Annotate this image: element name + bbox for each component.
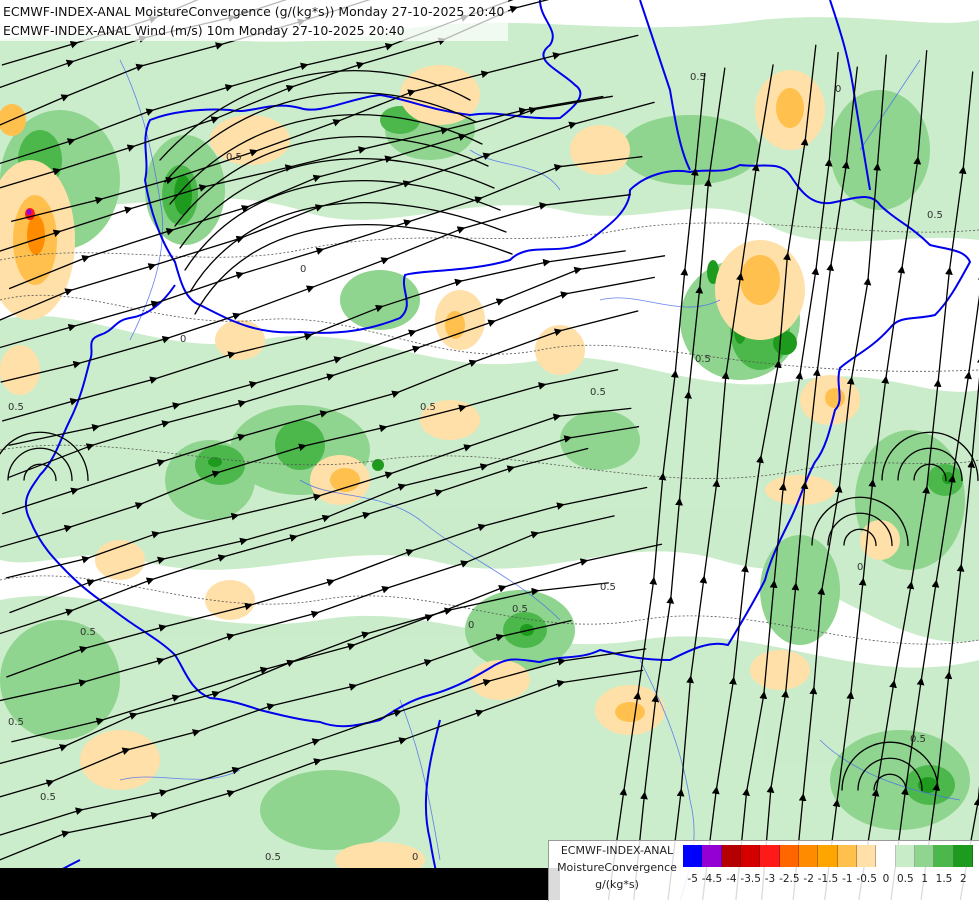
legend-swatch bbox=[895, 845, 915, 867]
legend-tick: 0.5 bbox=[896, 873, 914, 885]
contour-label: 0.5 bbox=[8, 717, 24, 728]
legend-tick: -3 bbox=[764, 873, 776, 885]
legend-swatch bbox=[740, 845, 761, 867]
contour-label: 0.5 bbox=[420, 402, 436, 413]
legend-tick: 0 bbox=[882, 873, 890, 885]
legend-swatch bbox=[934, 845, 954, 867]
contour-label: 0 bbox=[835, 84, 841, 95]
legend-tick: -2 bbox=[803, 873, 814, 885]
contour-label: 0 bbox=[412, 852, 418, 863]
contour-label: 0 bbox=[468, 620, 474, 631]
contour-label: 0.5 bbox=[265, 852, 281, 863]
legend-swatch bbox=[914, 845, 935, 867]
legend-swatch bbox=[721, 845, 741, 867]
legend-tick: -5 bbox=[687, 873, 698, 885]
weather-map[interactable]: 0.5 0 0.5 0.5 0 0.5 0.5 0.5 0 0.5 0.5 0.… bbox=[0, 0, 979, 900]
legend-tick: -4 bbox=[726, 873, 737, 885]
legend-unit-label: g/(kg*s) bbox=[595, 878, 639, 891]
bottom-black-strip bbox=[0, 868, 560, 900]
legend-tick: -3.5 bbox=[740, 873, 761, 885]
map-title-box: ECMWF-INDEX-ANAL MoistureConvergence (g/… bbox=[0, 0, 509, 41]
legend-tick: -4.5 bbox=[701, 873, 723, 885]
contour-label: 0.5 bbox=[600, 582, 616, 593]
legend-tick-labels: -5 -4.5 -4 -3.5 -3 -2.5 -2 -1.5 -1 -0.5 0 0.5 1 1.5 2 bbox=[683, 873, 973, 887]
color-legend: ECMWF-INDEX-ANAL MoistureConvergence g/(… bbox=[548, 840, 979, 901]
legend-tick: 2 bbox=[959, 873, 967, 885]
contour-label: 0.5 bbox=[690, 72, 706, 83]
legend-swatch bbox=[702, 845, 722, 867]
contour-label: 0.5 bbox=[927, 210, 943, 221]
legend-tick: -1 bbox=[842, 873, 853, 885]
legend-swatch bbox=[798, 845, 819, 867]
contour-label: 0.5 bbox=[590, 387, 606, 398]
contour-label: 0.5 bbox=[226, 152, 242, 163]
contour-label: 0.5 bbox=[80, 627, 96, 638]
legend-tick: -2.5 bbox=[779, 873, 800, 885]
legend-tick: -0.5 bbox=[856, 873, 877, 885]
legend-swatch bbox=[837, 845, 857, 867]
legend-tick: 1 bbox=[921, 873, 928, 885]
legend-swatch bbox=[876, 845, 896, 867]
title-wind: ECMWF-INDEX-ANAL Wind (m/s) 10m Monday 2… bbox=[3, 23, 405, 38]
contour-label: 0 bbox=[857, 562, 863, 573]
legend-tick: -1.5 bbox=[817, 873, 839, 885]
moisture-convergence-field bbox=[0, 17, 979, 878]
contour-label: 0.5 bbox=[512, 604, 528, 615]
legend-model-label: ECMWF-INDEX-ANAL bbox=[560, 844, 674, 857]
legend-swatch bbox=[779, 845, 799, 867]
contour-label: 0.5 bbox=[910, 734, 926, 745]
legend-tick: 1.5 bbox=[935, 873, 953, 885]
legend-color-bar bbox=[683, 845, 973, 867]
contour-label: 0.5 bbox=[8, 402, 24, 413]
title-moisture-convergence: ECMWF-INDEX-ANAL MoistureConvergence (g/… bbox=[3, 4, 505, 19]
contour-label: 0 bbox=[300, 264, 306, 275]
legend-swatch bbox=[818, 845, 838, 867]
legend-swatch bbox=[760, 845, 780, 867]
contour-label: 0.5 bbox=[695, 354, 711, 365]
contour-label: 0 bbox=[180, 334, 186, 345]
legend-swatch bbox=[683, 845, 703, 867]
legend-parameter-label: MoistureConvergence bbox=[557, 861, 677, 874]
legend-swatch bbox=[953, 845, 973, 867]
contour-label: 0.5 bbox=[40, 792, 56, 803]
legend-swatch bbox=[856, 845, 877, 867]
